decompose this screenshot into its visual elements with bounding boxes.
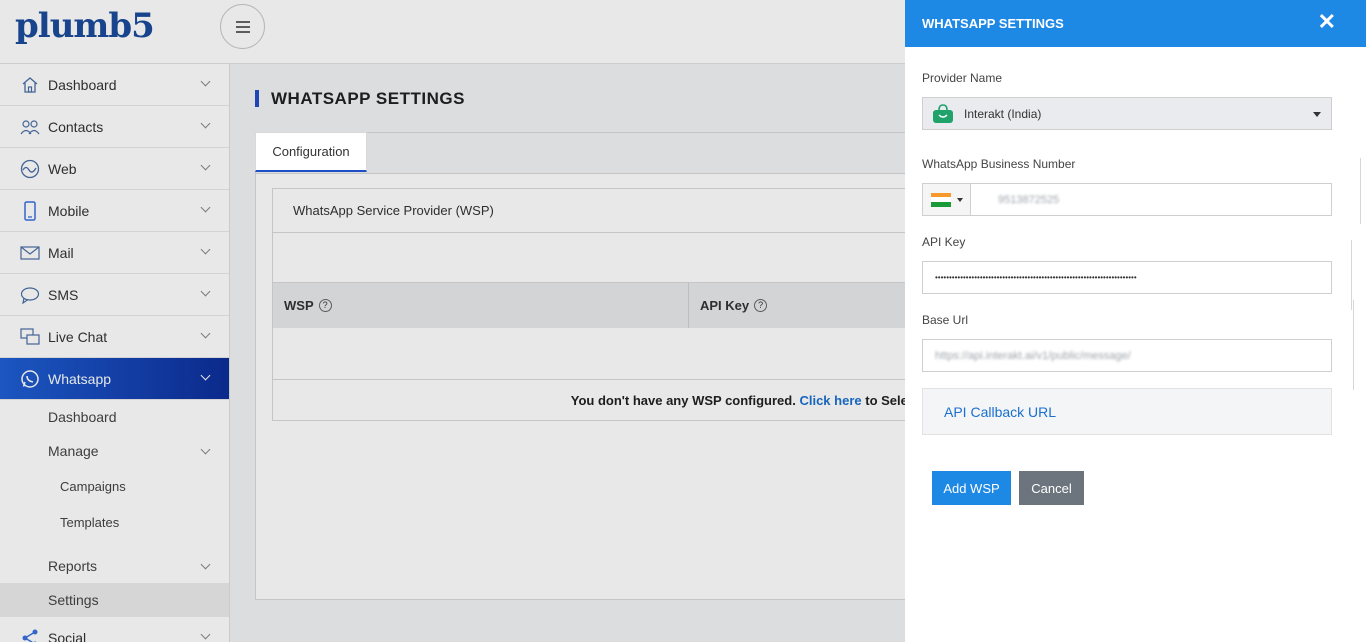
provider-name-value: Interakt (India): [964, 106, 1042, 121]
caret-down-icon: [957, 197, 963, 202]
drawer-title: WHATSAPP SETTINGS: [922, 16, 1064, 31]
api-key-field[interactable]: ••••••••••••••••••••••••••••••••••••••••…: [922, 261, 1332, 294]
cancel-button[interactable]: Cancel: [1019, 471, 1084, 505]
scroll-indicator: [1353, 300, 1354, 390]
india-flag-icon: [931, 192, 951, 207]
caret-down-icon: [1313, 112, 1321, 117]
base-url-value: https://api.interakt.ai/v1/public/messag…: [935, 349, 1131, 362]
tab-configuration[interactable]: Configuration: [255, 132, 367, 172]
provider-name-label: Provider Name: [922, 71, 1003, 85]
api-key-label: API Key: [922, 235, 966, 249]
provider-name-select[interactable]: Interakt (India): [922, 97, 1332, 130]
modal-backdrop[interactable]: [0, 0, 905, 642]
drawer-header: WHATSAPP SETTINGS ✕: [905, 0, 1366, 47]
whatsapp-settings-drawer: WHATSAPP SETTINGS ✕ Provider Name Intera…: [905, 0, 1366, 642]
business-number-field[interactable]: 9513872525: [922, 183, 1332, 216]
business-number-value: 9513872525: [998, 193, 1060, 206]
country-code-select[interactable]: [923, 184, 971, 215]
base-url-label: Base Url: [922, 313, 969, 327]
scroll-indicator: [1351, 240, 1352, 310]
interakt-logo-icon: [932, 103, 954, 124]
api-key-value: ••••••••••••••••••••••••••••••••••••••••…: [935, 273, 1137, 282]
scroll-indicator: [1360, 158, 1361, 224]
base-url-field[interactable]: https://api.interakt.ai/v1/public/messag…: [922, 339, 1332, 372]
api-callback-url-link[interactable]: API Callback URL: [922, 388, 1332, 435]
business-number-label: WhatsApp Business Number: [922, 157, 1076, 171]
add-wsp-button[interactable]: Add WSP: [932, 471, 1011, 505]
close-icon[interactable]: ✕: [1318, 11, 1336, 33]
